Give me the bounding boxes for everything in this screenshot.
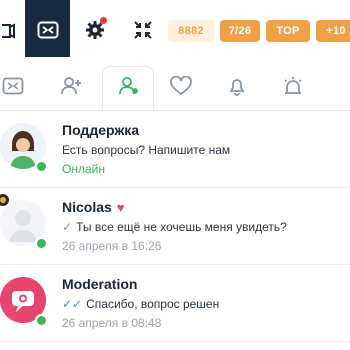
bell-icon	[227, 76, 247, 101]
messages-icon	[37, 21, 59, 39]
stat-pill-plus[interactable]: +10	[316, 20, 350, 42]
heart-icon	[170, 75, 192, 101]
heart-icon: ♥	[116, 199, 125, 215]
online-indicator	[35, 160, 48, 173]
tab-contacts[interactable]	[102, 66, 154, 110]
notification-dot	[100, 17, 107, 24]
alert-light-icon	[282, 76, 304, 101]
chat-timestamp: 26 апреля в 08:48	[62, 316, 162, 330]
chat-message: Есть вопросы? Напишите нам	[62, 143, 231, 157]
chat-row-moderation[interactable]: Moderation ✓✓ Спасибо, вопрос решен 26 ап…	[0, 265, 350, 342]
user-icon	[117, 76, 139, 101]
chat-message: ✓✓ Спасибо, вопрос решен	[62, 297, 220, 311]
tab-likes[interactable]	[158, 66, 204, 110]
messages-icon	[2, 77, 24, 100]
chat-name: Поддержка	[62, 122, 140, 138]
chat-name: Moderation	[62, 276, 138, 292]
tab-messages[interactable]	[0, 66, 36, 110]
online-indicator	[35, 237, 48, 250]
online-indicator	[35, 314, 48, 327]
collapse-arrows-icon	[133, 20, 153, 40]
chat-row-nicolas[interactable]: Nicolas ♥ ✓ Ты все ещё не хочешь меня уви…	[0, 188, 350, 265]
chat-row-support[interactable]: Поддержка Есть вопросы? Напишите нам Онл…	[0, 111, 350, 188]
top-collapse-button[interactable]	[126, 0, 160, 60]
top-settings-button[interactable]	[80, 0, 110, 60]
tab-bar	[0, 66, 350, 111]
stat-pill-top[interactable]: TOP	[266, 20, 310, 42]
chat-message: ✓ Ты все ещё не хочешь меня увидеть?	[62, 220, 287, 234]
top-bar: 8882 7/26 TOP +10	[0, 0, 350, 60]
top-messages-button[interactable]	[25, 0, 70, 60]
chat-status: Онлайн	[62, 162, 105, 176]
chat-list: Поддержка Есть вопросы? Напишите нам Онл…	[0, 111, 350, 342]
tab-notifications[interactable]	[214, 66, 260, 110]
stat-pill-progress[interactable]: 7/26	[220, 20, 260, 42]
double-check-icon: ✓✓	[62, 297, 83, 311]
partial-left-icon[interactable]	[0, 0, 18, 60]
tab-add-user[interactable]	[48, 66, 94, 110]
stat-pill-score[interactable]: 8882	[168, 20, 214, 42]
add-user-icon	[60, 76, 82, 101]
check-icon: ✓	[62, 220, 73, 234]
tab-alerts[interactable]	[270, 66, 316, 110]
chat-name: Nicolas ♥	[62, 199, 125, 215]
chat-timestamp: 26 апреля в 16:26	[62, 239, 162, 253]
